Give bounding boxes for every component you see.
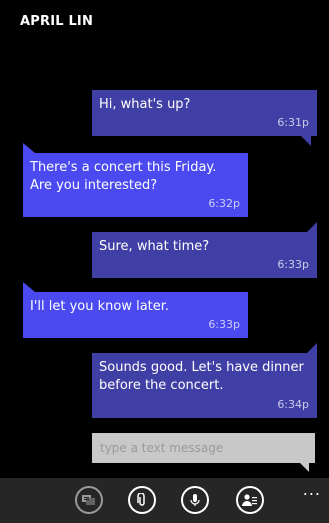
paperclip-glyph xyxy=(137,493,145,506)
message-text: I'll let you know later. xyxy=(30,299,170,314)
message-text: There's a concert this Friday. Are you i… xyxy=(30,160,217,193)
message-input[interactable] xyxy=(92,433,315,463)
switch-conversation-icon[interactable] xyxy=(75,486,103,514)
message-sent-1[interactable]: Hi, what's up? 6:31p xyxy=(92,90,317,146)
more-options-button[interactable]: ... xyxy=(303,480,321,499)
message-time: 6:32p xyxy=(208,197,240,210)
message-received-2[interactable]: I'll let you know later. 6:33p xyxy=(23,282,248,338)
contact-icon[interactable] xyxy=(236,486,264,514)
message-text: Hi, what's up? xyxy=(99,97,191,112)
contact-glyph xyxy=(242,494,257,506)
microphone-icon[interactable] xyxy=(181,486,209,514)
message-text: Sounds good. Let's have dinner before th… xyxy=(99,360,304,393)
message-sent-2[interactable]: Sure, what time? 6:33p xyxy=(92,222,317,278)
app-bar: ... xyxy=(0,478,329,523)
attach-icon[interactable] xyxy=(128,486,156,514)
message-composer[interactable] xyxy=(92,433,315,472)
microphone-glyph xyxy=(190,494,200,506)
message-time: 6:34p xyxy=(277,398,309,411)
message-time: 6:33p xyxy=(277,258,309,271)
message-text: Sure, what time? xyxy=(99,239,210,254)
contact-name: APRIL LIN xyxy=(20,14,94,29)
message-time: 6:33p xyxy=(208,318,240,331)
message-sent-3[interactable]: Sounds good. Let's have dinner before th… xyxy=(92,343,317,418)
message-received-1[interactable]: There's a concert this Friday. Are you i… xyxy=(23,143,248,217)
message-time: 6:31p xyxy=(277,116,309,129)
switch-conversation-glyph xyxy=(82,495,95,505)
